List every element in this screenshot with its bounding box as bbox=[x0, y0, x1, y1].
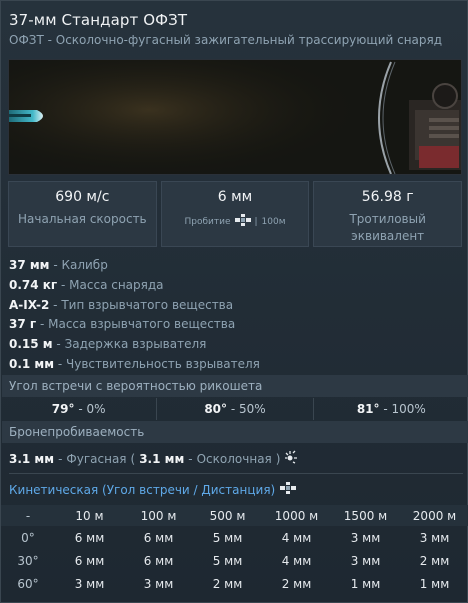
shell-subtitle: ОФЗТ - Осколочно-фугасный зажигательный … bbox=[9, 33, 443, 47]
table-header-cell: 100 м bbox=[140, 508, 177, 523]
table-cell: 2 мм bbox=[419, 553, 450, 568]
row-angle: 30° bbox=[17, 553, 39, 568]
shell-info-panel: 37-мм Стандарт ОФЗТ ОФЗТ - Осколочно-фуг… bbox=[0, 0, 468, 603]
property-row: 0.15 м - Задержка взрывателя bbox=[9, 337, 207, 352]
property-row: 0.74 кг - Масса снаряда bbox=[9, 277, 164, 292]
table-cell: 6 мм bbox=[143, 530, 174, 545]
stat-label: Начальная скорость bbox=[18, 212, 147, 226]
shell-stats-row: 690 м/с Начальная скорость 6 мм Пробитие… bbox=[8, 181, 463, 247]
table-cell: 1 мм bbox=[419, 576, 450, 591]
ricochet-cell: 80° - 50% bbox=[157, 398, 314, 420]
stat-tnt-equivalent: 56.98 г Тротиловый эквивалент bbox=[313, 181, 463, 247]
he-pen-value: 3.1 мм bbox=[9, 451, 55, 466]
ricochet-cell: 79° - 0% bbox=[1, 398, 158, 420]
property-row: A-IX-2 - Тип взрывчатого вещества bbox=[9, 297, 234, 312]
kinetic-table-title: Кинетическая (Угол встречи / Дистанция) bbox=[9, 482, 297, 497]
shell-preview-art bbox=[9, 60, 461, 174]
stat-sub-label: Пробитие bbox=[184, 216, 231, 227]
table-row: 30° 6 мм 6 мм 5 мм 4 мм 3 мм 2 мм bbox=[1, 549, 468, 572]
burst-icon bbox=[284, 450, 298, 467]
stat-value: 690 м/с bbox=[55, 189, 110, 205]
shell-title: 37-мм Стандарт ОФЗТ bbox=[9, 11, 188, 29]
property-row: 37 г - Масса взрывчатого вещества bbox=[9, 317, 236, 332]
ricochet-table: 79° - 0% 80° - 50% 81° - 100% bbox=[1, 398, 468, 420]
table-header-cell: 1000 м bbox=[274, 508, 319, 523]
table-cell: 2 мм bbox=[281, 576, 312, 591]
crosshair-armor-icon bbox=[280, 482, 297, 497]
table-cell: 4 мм bbox=[281, 553, 312, 568]
shell-preview-image bbox=[8, 59, 462, 175]
frag-pen-label: Осколочная bbox=[196, 451, 272, 466]
table-header-row: - 10 м 100 м 500 м 1000 м 1500 м 2000 м bbox=[1, 505, 468, 526]
table-cell: 6 мм bbox=[143, 553, 174, 568]
table-header-cell: 10 м bbox=[75, 508, 104, 523]
stat-label: Тротиловый эквивалент bbox=[349, 212, 426, 243]
table-cell: 3 мм bbox=[74, 576, 105, 591]
table-cell: 3 мм bbox=[350, 530, 381, 545]
table-cell: 4 мм bbox=[281, 530, 312, 545]
he-pen-label: Фугасная bbox=[66, 451, 127, 466]
table-cell: 2 мм bbox=[212, 576, 243, 591]
table-cell: 1 мм bbox=[350, 576, 381, 591]
row-angle: 0° bbox=[21, 530, 35, 545]
stat-sub-range: 100м bbox=[261, 216, 286, 227]
stat-value: 6 мм bbox=[217, 189, 253, 205]
table-cell: 5 мм bbox=[212, 553, 243, 568]
ricochet-section-title: Угол встречи с вероятностью рикошета bbox=[2, 375, 468, 397]
table-cell: 6 мм bbox=[74, 530, 105, 545]
penetration-section-title: Бронепробиваемость bbox=[2, 421, 468, 443]
table-cell: 3 мм bbox=[350, 553, 381, 568]
stat-penetration: 6 мм Пробитие | 100м bbox=[160, 181, 310, 247]
property-row: 0.1 мм - Чувствительность взрывателя bbox=[9, 356, 260, 371]
stat-muzzle-velocity: 690 м/с Начальная скорость bbox=[8, 181, 157, 247]
shell-properties-list: 37 мм - Калибр 0.74 кг - Масса снаряда A… bbox=[9, 256, 260, 375]
stat-penetration-sub: Пробитие | 100м bbox=[184, 214, 286, 229]
kinetic-penetration-table: - 10 м 100 м 500 м 1000 м 1500 м 2000 м … bbox=[1, 505, 468, 595]
stat-sub-separator: | bbox=[254, 216, 258, 227]
table-header-cell: 2000 м bbox=[412, 508, 457, 523]
stat-value: 56.98 г bbox=[361, 189, 414, 205]
table-header-cell: - bbox=[25, 508, 31, 523]
table-header-cell: 1500 м bbox=[343, 508, 388, 523]
property-row: 37 мм - Калибр bbox=[9, 258, 108, 272]
penetration-he-line: 3.1 мм - Фугасная ( 3.1 мм - Осколочная … bbox=[9, 450, 298, 467]
table-header-cell: 500 м bbox=[209, 508, 246, 523]
table-cell: 5 мм bbox=[212, 530, 243, 545]
table-row: 60° 3 мм 3 мм 2 мм 2 мм 1 мм 1 мм bbox=[1, 572, 468, 595]
table-cell: 3 мм bbox=[143, 576, 174, 591]
frag-pen-value: 3.1 мм bbox=[139, 451, 185, 466]
section-divider bbox=[9, 473, 463, 474]
row-angle: 60° bbox=[17, 576, 39, 591]
ricochet-cell: 81° - 100% bbox=[356, 402, 426, 416]
table-cell: 6 мм bbox=[74, 553, 105, 568]
table-row: 0° 6 мм 6 мм 5 мм 4 мм 3 мм 3 мм bbox=[1, 526, 468, 549]
table-cell: 3 мм bbox=[419, 530, 450, 545]
crosshair-armor-icon bbox=[234, 214, 251, 229]
